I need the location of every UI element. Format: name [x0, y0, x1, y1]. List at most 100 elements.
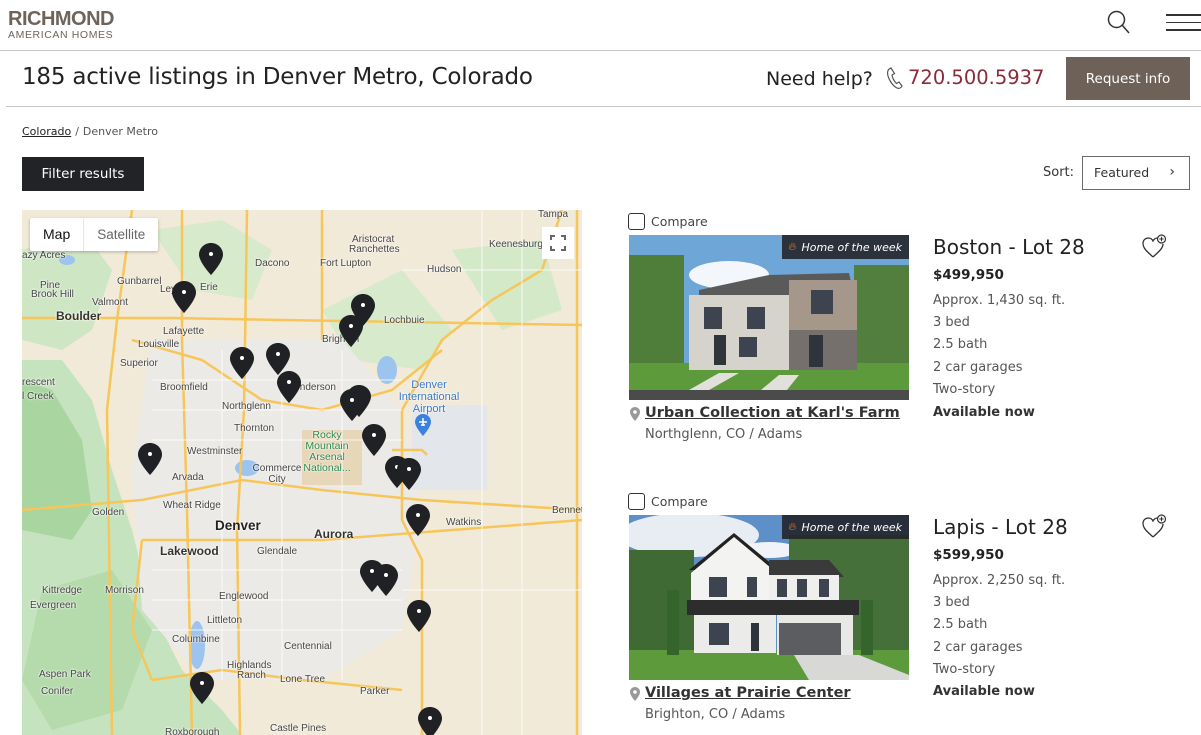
map-listing-pin[interactable]: [230, 347, 254, 379]
menu-line: [1166, 21, 1201, 23]
square-footage: Approx. 2,250 sq. ft.: [933, 573, 1066, 588]
map-listing-pin[interactable]: [362, 424, 386, 456]
hamburger-menu-button[interactable]: [1166, 14, 1201, 32]
map-listing-pin[interactable]: [406, 504, 430, 536]
logo-wordmark: RICHMOND: [8, 8, 115, 30]
map-label-westminster: Westminster: [187, 446, 243, 457]
map-pin-icon: [406, 504, 430, 536]
map-type-control: Map Satellite: [30, 218, 159, 251]
map-label-aspen-park: Aspen Park: [39, 669, 91, 680]
map-label-keenesburg: Keenesburg: [489, 239, 543, 250]
map-label-englewood: Englewood: [219, 591, 269, 602]
price: $599,950: [933, 547, 1004, 563]
map-pin-icon: [277, 371, 301, 403]
map-listing-pin[interactable]: [277, 371, 301, 403]
map-label-rocky-mountain-arsenal: Rocky Mountain Arsenal National...: [303, 429, 351, 474]
logo-subtitle: AMERICAN HOMES: [8, 29, 114, 41]
request-info-button[interactable]: Request info: [1066, 57, 1190, 100]
map-listing-pin[interactable]: [199, 243, 223, 275]
map-label-conifer: Conifer: [41, 686, 74, 697]
map-pin-icon: [339, 315, 363, 347]
fullscreen-icon: [550, 235, 566, 251]
map-label-littleton: Littleton: [207, 615, 243, 626]
listing-card: Compare 🔥︎ Home of the week Boston - Lot…: [628, 213, 1198, 453]
map-listing-pin[interactable]: [138, 443, 162, 475]
community-link[interactable]: Villages at Prairie Center: [645, 685, 851, 701]
add-favorite-button[interactable]: [1140, 513, 1168, 541]
sort-selected-value: Featured: [1094, 165, 1150, 180]
map-pin-icon: [397, 458, 421, 490]
map-pin-icon: [374, 564, 398, 596]
phone-number-link[interactable]: 720.500.5937: [908, 66, 1044, 89]
garages: 2 car garages: [933, 360, 1023, 375]
map-label-evergreen: Evergreen: [30, 600, 77, 611]
top-navigation-bar: RICHMOND AMERICAN HOMES: [0, 0, 1201, 51]
stories: Two-story: [933, 382, 996, 397]
map-label-columbine: Columbine: [172, 634, 220, 645]
chevron-right-icon: ›: [1169, 164, 1175, 180]
location-pin-icon: [630, 687, 640, 701]
map-listing-pin[interactable]: [172, 281, 196, 313]
badge-label: Home of the week: [801, 240, 902, 254]
map-listing-pin[interactable]: [190, 672, 214, 704]
search-icon: [1107, 10, 1130, 34]
menu-line: [1166, 14, 1201, 16]
plan-name[interactable]: Lapis - Lot 28: [933, 515, 1068, 539]
home-of-the-week-badge: 🔥︎ Home of the week: [782, 235, 909, 259]
map-label-roxborough: Roxborough: [165, 727, 220, 735]
sort-label: Sort:: [1043, 165, 1075, 180]
map-pin-icon: [230, 347, 254, 379]
filter-results-button[interactable]: Filter results: [22, 157, 144, 191]
search-button[interactable]: [1106, 9, 1132, 35]
map-listing-pin[interactable]: [374, 564, 398, 596]
community-location: Northglenn, CO / Adams: [645, 427, 803, 442]
map-label-ranch: Ranch: [237, 670, 266, 681]
map-listing-pin[interactable]: [397, 458, 421, 490]
map-label-airport: Denver International Airport: [398, 379, 460, 415]
richmond-logo[interactable]: RICHMOND AMERICAN HOMES: [8, 8, 115, 41]
heart-plus-icon: [1142, 234, 1167, 258]
map-pin-icon: [340, 389, 364, 421]
map-pin-icon: [190, 672, 214, 704]
map-pin-icon: [418, 707, 442, 735]
breadcrumb: Colorado / Denver Metro: [22, 125, 158, 138]
map-label-fort-lupton: Fort Lupton: [320, 258, 372, 269]
map-label-morrison: Morrison: [105, 585, 144, 596]
map-label-superior: Superior: [120, 358, 158, 369]
bedrooms: 3 bed: [933, 315, 970, 330]
plan-name[interactable]: Boston - Lot 28: [933, 235, 1085, 259]
map-listing-pin[interactable]: [407, 600, 431, 632]
map-label-tampa: Tampa: [538, 210, 569, 220]
map-label-castle-pines: Castle Pines: [270, 723, 327, 734]
map-listing-pin[interactable]: [339, 315, 363, 347]
compare-checkbox[interactable]: Compare: [628, 213, 708, 230]
house-image: [629, 235, 909, 400]
map-label-crescent: rescent: [22, 377, 55, 388]
home-of-the-week-badge: 🔥︎ Home of the week: [782, 515, 909, 539]
compare-checkbox[interactable]: Compare: [628, 493, 708, 510]
map-label-golden: Golden: [92, 507, 125, 518]
map-type-map-button[interactable]: Map: [30, 218, 85, 251]
map-listing-pin[interactable]: [418, 707, 442, 735]
listing-photo[interactable]: 🔥︎ Home of the week: [629, 515, 909, 680]
map-label-creek: l Creek: [22, 391, 54, 402]
map-listing-pin[interactable]: [340, 389, 364, 421]
map-label-lafayette: Lafayette: [163, 326, 205, 337]
listing-photo[interactable]: 🔥︎ Home of the week: [629, 235, 909, 400]
breadcrumb-colorado-link[interactable]: Colorado: [22, 125, 71, 138]
map-label-northglenn: Northglenn: [222, 401, 271, 412]
add-favorite-button[interactable]: [1140, 233, 1168, 261]
map-label-lazy-acres: azy Acres: [22, 250, 66, 261]
airport-icon: [415, 414, 431, 436]
house-image: [629, 515, 909, 680]
fullscreen-button[interactable]: [542, 227, 574, 259]
sort-dropdown[interactable]: Featured ›: [1082, 156, 1190, 190]
map-label-broomfield: Broomfield: [160, 382, 208, 393]
map-label-hudson: Hudson: [427, 264, 462, 275]
community-link[interactable]: Urban Collection at Karl's Farm: [645, 405, 900, 421]
listings-map[interactable]: Tampa Keenesburg Aristocrat Ranchettes F…: [22, 210, 582, 735]
map-pin-icon: [138, 443, 162, 475]
map-label-erie: Erie: [200, 282, 218, 293]
bedrooms: 3 bed: [933, 595, 970, 610]
map-type-satellite-button[interactable]: Satellite: [84, 218, 158, 251]
